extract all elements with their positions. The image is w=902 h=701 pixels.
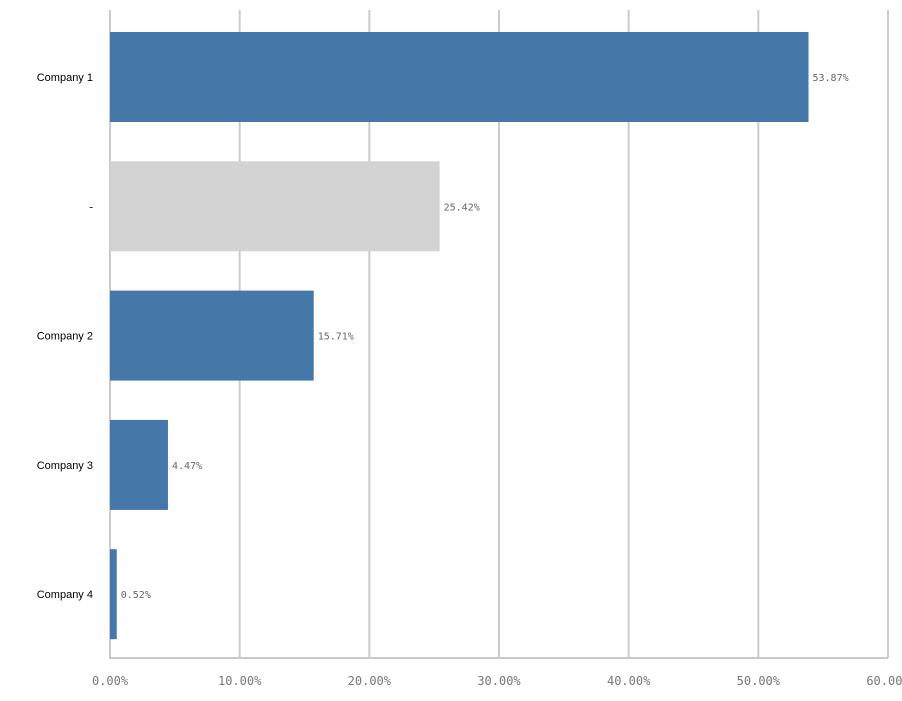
bar [110, 290, 314, 381]
bar [110, 161, 440, 252]
category-label: - [89, 201, 93, 213]
bar-chart: 0.00% 10.00% 20.00% 30.00% 40.00% 50.00% 60.00… [37, 10, 902, 688]
bar [110, 32, 809, 122]
data-label: 15.71% [318, 332, 354, 343]
data-label: 4.47% [172, 461, 202, 472]
category-label: Company 4 [37, 589, 93, 601]
category-label: Company 1 [37, 72, 93, 84]
data-label: 0.52% [121, 590, 151, 601]
x-tick-label: 50.00% [737, 674, 781, 688]
x-tick-label: 20.00% [348, 674, 392, 688]
data-label: 25.42% [444, 202, 480, 213]
category-label: Company 2 [37, 331, 93, 343]
x-tick-label: 40.00% [607, 674, 651, 688]
x-tick-label: 10.00% [218, 674, 262, 688]
bar [110, 419, 168, 510]
x-tick-label: 30.00% [477, 674, 521, 688]
category-label: Company 3 [37, 460, 93, 472]
data-label: 53.87% [813, 73, 849, 84]
x-tick-label: 60.00% [866, 674, 902, 688]
bar [110, 549, 117, 640]
x-tick-label: 0.00% [92, 674, 129, 688]
